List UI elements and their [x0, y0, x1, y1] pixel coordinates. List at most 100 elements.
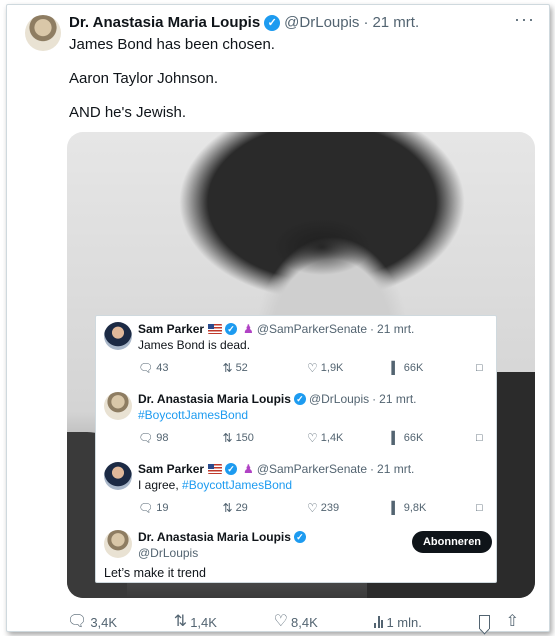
embedded-thread-screenshot: Sam Parker ✓ ♟ @SamParkerSenate · 21 mrt…: [95, 315, 497, 583]
post3-handle: @SamParkerSenate: [256, 462, 368, 476]
post3-actions: 🗨 19 ⇅ 29 ♡ 239 ▍ 9,8K □: [138, 502, 486, 514]
verified-badge-icon: ✓: [225, 323, 238, 335]
post2-actions: 🗨 98 ⇅ 150 ♡ 1,4K ▍ 66K □: [138, 432, 486, 444]
separator: ·: [372, 392, 377, 406]
post1-name: Sam Parker: [138, 322, 205, 336]
heart-icon: ♡: [307, 501, 318, 515]
post4-text: Let’s make it trend: [104, 566, 206, 580]
post4-handle: @DrLoupis: [138, 546, 199, 560]
repost-count: 1,4K: [190, 614, 217, 630]
views-icon: ▍: [391, 361, 401, 375]
like-action: ♡ 239: [307, 502, 347, 514]
author-avatar[interactable]: [25, 15, 61, 51]
reply-icon: 🗨: [138, 431, 154, 445]
tweet-card: Dr. Anastasia Maria Loupis ✓ @DrLoupis ·…: [6, 4, 550, 632]
views-action: ▍ 66K: [392, 432, 432, 444]
repost-action: ⇅ 52: [223, 362, 263, 374]
tweet-text-line-3: AND he's Jewish.: [69, 104, 187, 121]
like-action: ♡ 1,9K: [307, 362, 347, 374]
reply-action: 🗨 98: [138, 432, 178, 444]
reply-action: 🗨 43: [138, 362, 178, 374]
repost-icon: ⇅: [222, 501, 233, 515]
bookmark-icon: □: [476, 502, 483, 514]
view-count: 1 mln.: [386, 614, 422, 630]
sam-parker-avatar: [104, 322, 132, 350]
repost-action: ⇅ 29: [223, 502, 263, 514]
like-count: 8,4K: [291, 614, 318, 630]
post3-text-prefix: I agree,: [138, 478, 183, 492]
post2-name: Dr. Anastasia Maria Loupis: [138, 392, 291, 406]
post2-date: 21 mrt.: [379, 392, 417, 406]
post3-date: 21 mrt.: [377, 462, 415, 476]
dr-loupis-avatar: [104, 530, 132, 558]
like-count: 1,9K: [320, 362, 344, 374]
post1-handle: @SamParkerSenate: [256, 322, 368, 336]
repost-button[interactable]: ⇅ 1,4K: [174, 614, 217, 630]
dr-loupis-avatar: [104, 392, 132, 420]
us-flag-icon: [208, 464, 223, 474]
post1-header: Sam Parker ✓ ♟ @SamParkerSenate · 21 mrt…: [138, 322, 414, 336]
post4-name: Dr. Anastasia Maria Loupis: [138, 530, 291, 544]
separator: ·: [370, 462, 375, 476]
view-count: 9,8K: [403, 502, 427, 514]
subscribe-button: Abonneren: [412, 531, 492, 553]
reply-count: 98: [156, 432, 169, 444]
tweet-header: Dr. Anastasia Maria Loupis ✓ @DrLoupis ·…: [69, 14, 419, 31]
bookmark-icon: □: [476, 362, 483, 374]
verified-badge-icon: ✓: [293, 531, 306, 543]
repost-count: 52: [235, 362, 248, 374]
like-count: 239: [320, 502, 340, 514]
reply-count: 3,4K: [90, 614, 118, 630]
views-action: ▍ 66K: [392, 362, 432, 374]
post2-handle: @DrLoupis: [308, 392, 370, 406]
author-name[interactable]: Dr. Anastasia Maria Loupis: [69, 14, 260, 31]
reply-icon: 🗨: [138, 361, 154, 375]
views-icon: ▍: [391, 501, 401, 515]
view-count: 66K: [403, 362, 424, 374]
tweet-text-line-1: James Bond has been chosen.: [69, 36, 275, 53]
views-button[interactable]: 1 mln.: [374, 614, 422, 630]
post3-hashtag: #BoycottJamesBond: [182, 478, 293, 492]
views-icon: ▍: [391, 431, 401, 445]
post4-header: Dr. Anastasia Maria Loupis ✓: [138, 530, 309, 544]
reply-count: 43: [156, 362, 169, 374]
share-icon[interactable]: ⇧: [506, 614, 519, 630]
verified-badge-icon: ✓: [264, 14, 281, 31]
post3-header: Sam Parker ✓ ♟ @SamParkerSenate · 21 mrt…: [138, 462, 414, 476]
reply-icon: 🗨: [67, 613, 88, 630]
views-icon: [374, 616, 384, 628]
reply-count: 19: [156, 502, 169, 514]
post1-text: James Bond is dead.: [138, 338, 251, 352]
bookmark-icon[interactable]: [478, 615, 490, 629]
post1-date: 21 mrt.: [377, 322, 415, 336]
sam-parker-avatar: [104, 462, 132, 490]
like-button[interactable]: ♡ 8,4K: [274, 614, 318, 630]
post2-hashtag: #BoycottJamesBond: [138, 408, 249, 422]
post3-name: Sam Parker: [138, 462, 205, 476]
person-badge-icon: ♟: [243, 462, 254, 476]
repost-icon: ⇅: [222, 361, 233, 375]
reply-icon: 🗨: [138, 501, 154, 515]
verified-badge-icon: ✓: [293, 393, 306, 405]
like-count: 1,4K: [320, 432, 344, 444]
tweet-text-line-2: Aaron Taylor Johnson.: [69, 70, 218, 87]
view-count: 66K: [403, 432, 424, 444]
bookmark-share-group: ⇧: [478, 614, 519, 630]
repost-count: 29: [235, 502, 248, 514]
tweet-date[interactable]: 21 mrt.: [372, 14, 419, 31]
person-badge-icon: ♟: [243, 322, 254, 336]
like-action: ♡ 1,4K: [307, 432, 347, 444]
author-handle[interactable]: @DrLoupis: [284, 14, 359, 31]
reply-button[interactable]: 🗨 3,4K: [67, 614, 117, 630]
post1-actions: 🗨 43 ⇅ 52 ♡ 1,9K ▍ 66K □: [138, 362, 486, 374]
heart-icon: ♡: [307, 431, 318, 445]
reply-action: 🗨 19: [138, 502, 178, 514]
separator: ·: [363, 14, 369, 31]
repost-action: ⇅ 150: [223, 432, 263, 444]
tweet-actions-bar: 🗨 3,4K ⇅ 1,4K ♡ 8,4K 1 mln. ⇧: [67, 614, 519, 630]
heart-icon: ♡: [307, 361, 318, 375]
bookmark-icon: □: [476, 432, 483, 444]
more-options-icon[interactable]: ···: [514, 9, 535, 30]
repost-icon: ⇅: [173, 613, 188, 630]
us-flag-icon: [208, 324, 223, 334]
